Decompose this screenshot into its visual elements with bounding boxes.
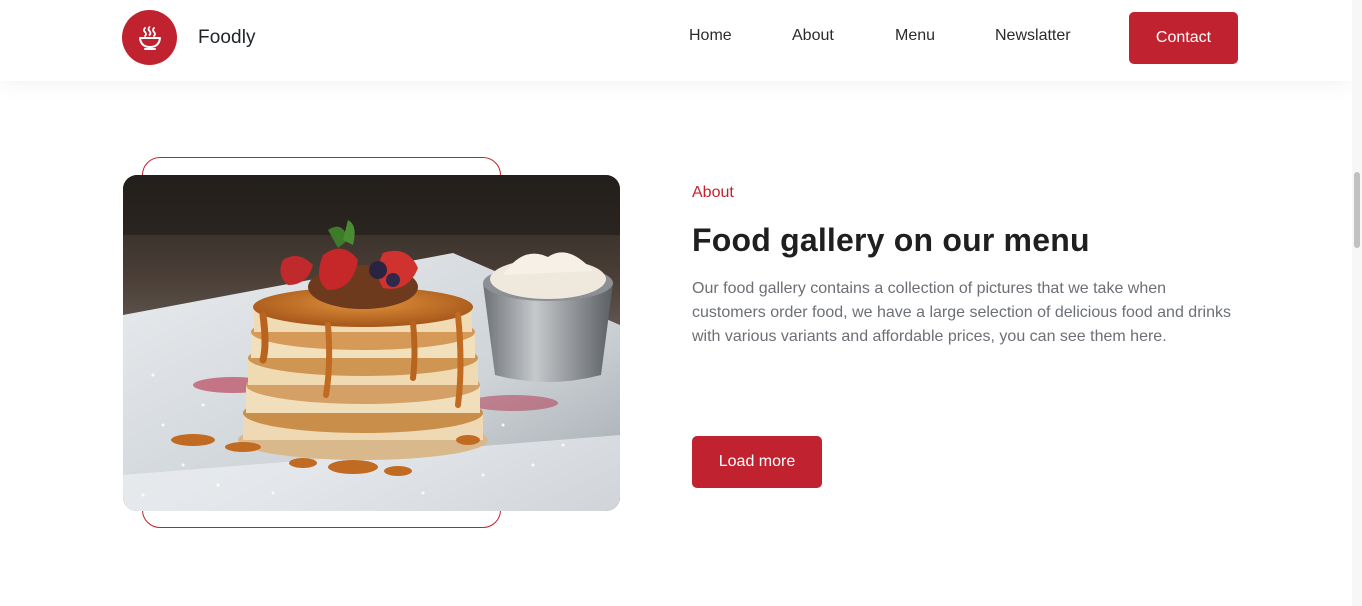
contact-button[interactable]: Contact xyxy=(1129,12,1238,64)
scrollbar-thumb[interactable] xyxy=(1354,172,1360,248)
nav-link-about[interactable]: About xyxy=(792,27,834,45)
scrollbar[interactable] xyxy=(1352,0,1362,606)
nav-link-menu[interactable]: Menu xyxy=(895,27,935,45)
brand-name: Foodly xyxy=(198,26,256,48)
page: Foodly Home About Menu Newslatter Contac… xyxy=(0,0,1362,606)
bowl-steam-icon xyxy=(122,10,177,65)
nav-link-home[interactable]: Home xyxy=(689,27,732,45)
section-title: Food gallery on our menu xyxy=(692,222,1090,258)
nav-link-newsletter[interactable]: Newslatter xyxy=(995,27,1071,45)
navbar: Foodly Home About Menu Newslatter Contac… xyxy=(0,0,1352,81)
load-more-button[interactable]: Load more xyxy=(692,436,822,488)
pancake-photo xyxy=(123,175,620,511)
section-eyebrow: About xyxy=(692,184,734,201)
brand-link[interactable]: Foodly xyxy=(122,10,256,65)
section-description: Our food gallery contains a collection o… xyxy=(692,280,1231,345)
